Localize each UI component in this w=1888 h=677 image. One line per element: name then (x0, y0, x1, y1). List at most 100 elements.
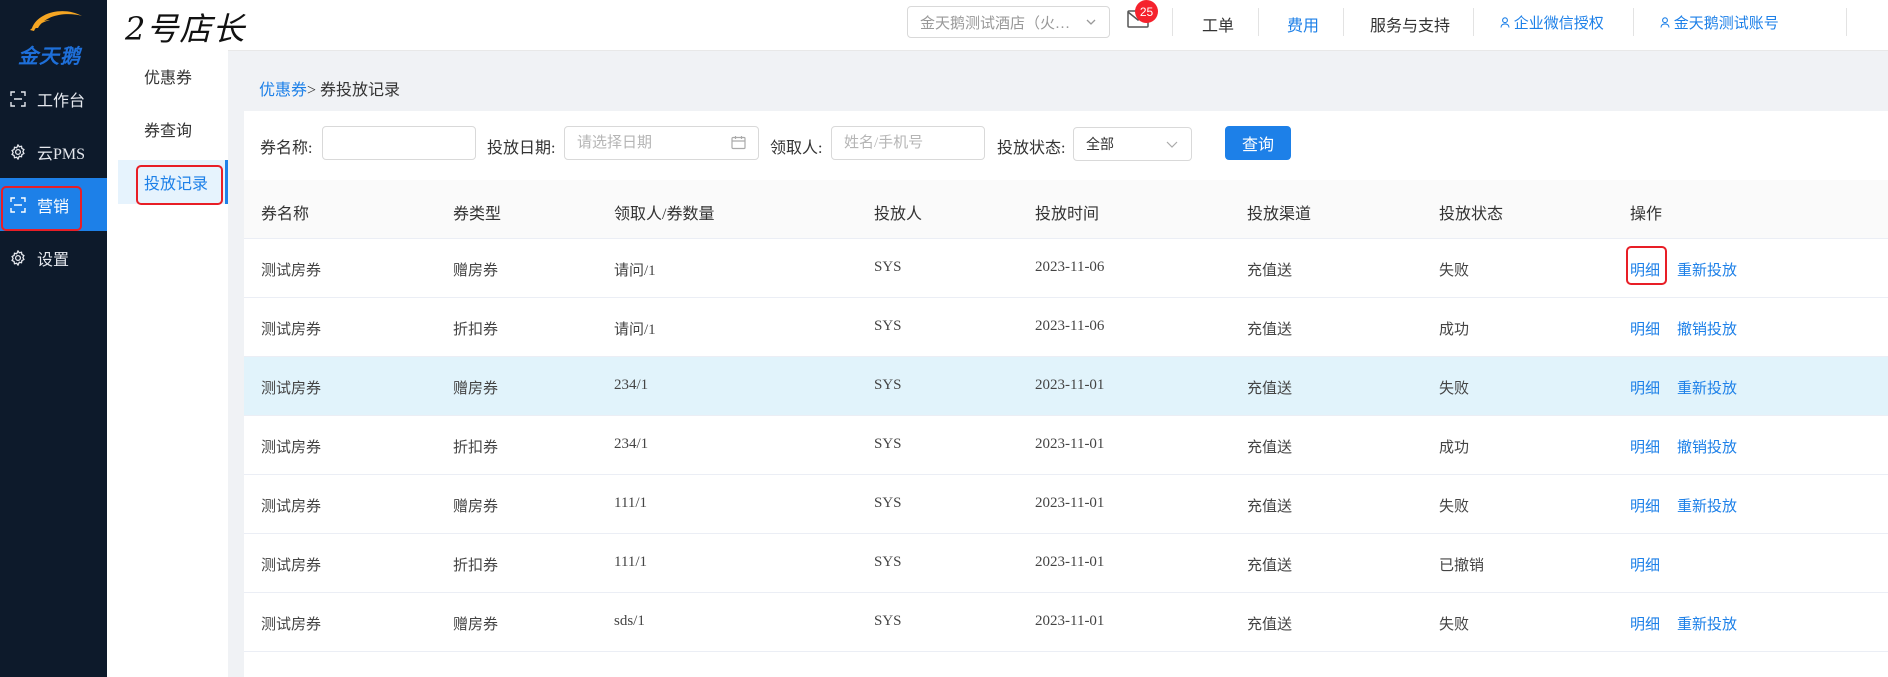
divider (1343, 8, 1344, 36)
gear-icon (9, 249, 27, 267)
cell-channel: 充值送 (1247, 499, 1293, 515)
highlight-box-detail (1626, 246, 1667, 285)
scan-icon (9, 90, 27, 108)
status-select[interactable]: 全部 (1073, 127, 1192, 161)
cell-coupon-name: 测试房券 (261, 499, 322, 515)
redistribute-link[interactable]: 重新投放 (1677, 377, 1737, 398)
cell-coupon-type: 折扣券 (453, 558, 499, 574)
gear-icon (9, 143, 27, 161)
cell-coupon-name: 测试房券 (261, 322, 322, 338)
breadcrumb: 优惠券> 券投放记录 (259, 76, 400, 100)
top-header: 2号店长 金天鹅测试酒店（火… 25 工单 费用 服务与支持 企业微信授权 金天… (107, 0, 1888, 51)
column-header: 投放状态 (1439, 206, 1504, 223)
cell-operator: SYS (874, 436, 902, 452)
revoke-link[interactable]: 撤销投放 (1677, 318, 1737, 339)
table-row: 测试房券 赠房券 sds/1 SYS 2023-11-01 充值送 失败 明细 … (244, 593, 1888, 652)
company-logo: 金天鹅 (0, 0, 107, 70)
main-sidebar: 金天鹅 工作台 云PMS 营销 设置 (0, 0, 107, 677)
cell-channel: 充值送 (1247, 558, 1293, 574)
nav-item-cloud-pms[interactable]: 云PMS (0, 125, 107, 178)
cell-coupon-name: 测试房券 (261, 381, 322, 397)
cell-status: 已撤销 (1439, 558, 1485, 574)
notification-badge: 25 (1135, 0, 1158, 23)
submenu-item-coupon-query[interactable]: 券查询 (107, 107, 228, 151)
hotel-select-value: 金天鹅测试酒店（火… (920, 15, 1071, 32)
breadcrumb-separator: > (307, 82, 317, 99)
cell-receiver: 请问/1 (614, 263, 656, 279)
redistribute-link[interactable]: 重新投放 (1677, 259, 1737, 280)
cell-time: 2023-11-01 (1035, 495, 1105, 511)
cell-operator: SYS (874, 318, 902, 334)
column-header: 操作 (1630, 206, 1663, 223)
cell-status: 成功 (1439, 322, 1470, 338)
cell-coupon-name: 测试房券 (261, 440, 322, 456)
receiver-input[interactable] (831, 126, 985, 160)
wechat-auth-link[interactable]: 企业微信授权 (1500, 12, 1604, 33)
cell-channel: 充值送 (1247, 440, 1293, 456)
cell-operator: SYS (874, 377, 902, 393)
cell-coupon-type: 赠房券 (453, 617, 499, 633)
nav-label: 云PMS (37, 145, 86, 163)
status-select-value: 全部 (1086, 138, 1114, 153)
secondary-menu: 优惠券 券查询 投放记录 (107, 50, 228, 677)
nav-item-workbench[interactable]: 工作台 (0, 72, 107, 125)
query-button[interactable]: 查询 (1225, 126, 1291, 160)
logo-swoosh-icon (30, 11, 82, 31)
chevron-down-icon (1166, 141, 1178, 148)
cell-time: 2023-11-06 (1035, 318, 1105, 334)
cell-time: 2023-11-01 (1035, 377, 1105, 393)
nav-item-settings[interactable]: 设置 (0, 231, 107, 284)
coupon-name-label: 券名称: (260, 140, 313, 157)
submenu-item-coupon[interactable]: 优惠券 (107, 54, 228, 98)
cell-receiver: sds/1 (614, 613, 645, 629)
wechat-auth-label: 企业微信授权 (1513, 16, 1604, 32)
date-label: 投放日期: (487, 140, 556, 157)
revoke-link[interactable]: 撤销投放 (1677, 436, 1737, 457)
service-support-link[interactable]: 服务与支持 (1370, 12, 1450, 36)
nav-label: 设置 (37, 251, 70, 269)
fees-link[interactable]: 费用 (1287, 12, 1319, 36)
cell-time: 2023-11-01 (1035, 554, 1105, 570)
cell-coupon-type: 赠房券 (453, 499, 499, 515)
cell-operator: SYS (874, 613, 902, 629)
divider (1633, 8, 1634, 36)
column-header: 券类型 (453, 206, 502, 223)
work-order-link[interactable]: 工单 (1202, 12, 1234, 36)
redistribute-link[interactable]: 重新投放 (1677, 613, 1737, 634)
cell-channel: 充值送 (1247, 322, 1293, 338)
cell-operator: SYS (874, 259, 902, 275)
detail-link[interactable]: 明细 (1630, 318, 1660, 339)
table-row: 测试房券 赠房券 111/1 SYS 2023-11-01 充值送 失败 明细 … (244, 475, 1888, 534)
cell-status: 失败 (1439, 381, 1470, 397)
account-link[interactable]: 金天鹅测试账号 (1660, 12, 1779, 33)
receiver-label: 领取人: (770, 140, 823, 157)
cell-receiver: 234/1 (614, 377, 649, 393)
logo-text: 金天鹅 (18, 46, 81, 68)
cell-receiver: 111/1 (614, 495, 648, 511)
user-icon (1660, 17, 1670, 28)
cell-coupon-type: 赠房券 (453, 381, 499, 397)
user-icon (1500, 17, 1510, 28)
detail-link[interactable]: 明细 (1630, 613, 1660, 634)
detail-link[interactable]: 明细 (1630, 495, 1660, 516)
cell-coupon-type: 折扣券 (453, 322, 499, 338)
detail-link[interactable]: 明细 (1630, 436, 1660, 457)
cell-operator: SYS (874, 495, 902, 511)
cell-time: 2023-11-01 (1035, 613, 1105, 629)
column-header: 领取人/券数量 (614, 206, 715, 223)
date-input[interactable] (564, 126, 759, 160)
redistribute-link[interactable]: 重新投放 (1677, 495, 1737, 516)
divider (1473, 8, 1474, 36)
breadcrumb-current: 券投放记录 (320, 82, 401, 99)
status-label: 投放状态: (997, 140, 1066, 157)
hotel-select[interactable]: 金天鹅测试酒店（火… (907, 6, 1110, 38)
table-row: 测试房券 折扣券 请问/1 SYS 2023-11-06 充值送 成功 明细 撤… (244, 298, 1888, 357)
detail-link[interactable]: 明细 (1630, 377, 1660, 398)
cell-coupon-name: 测试房券 (261, 263, 322, 279)
cell-coupon-name: 测试房券 (261, 617, 322, 633)
coupon-name-input[interactable] (322, 126, 476, 160)
detail-link[interactable]: 明细 (1630, 554, 1660, 575)
cell-channel: 充值送 (1247, 263, 1293, 279)
breadcrumb-link-coupon[interactable]: 优惠券 (259, 82, 307, 99)
highlight-box-distribution-records (136, 165, 223, 205)
